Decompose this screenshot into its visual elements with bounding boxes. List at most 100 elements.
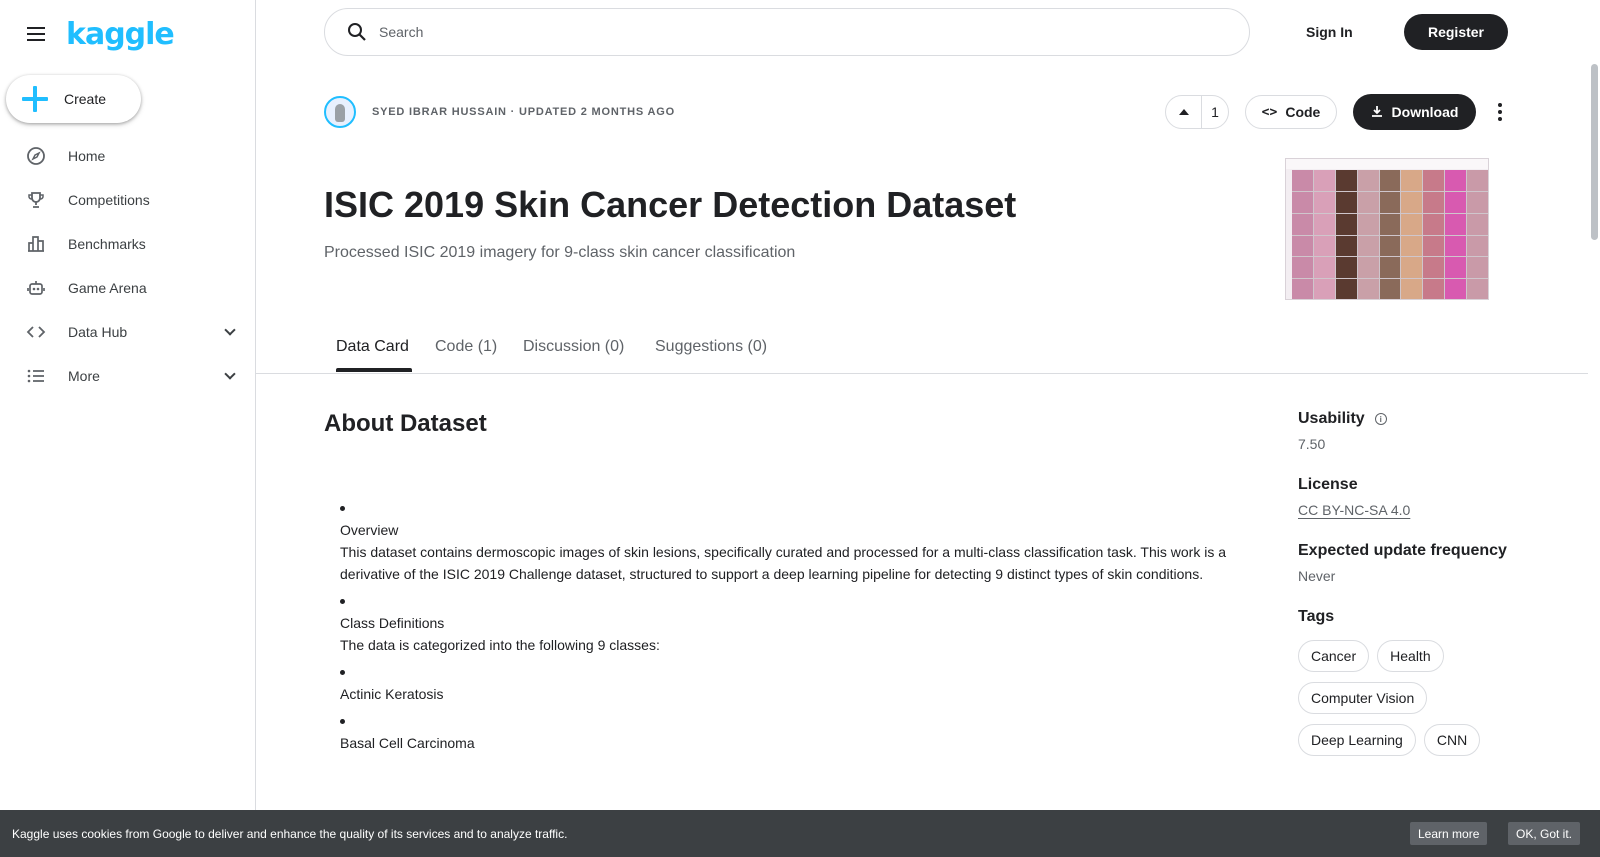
tag-chip[interactable]: Computer Vision xyxy=(1298,682,1428,714)
sidebar-item-game-arena[interactable]: Game Arena xyxy=(0,266,256,310)
sidebar-item-label: Game Arena xyxy=(68,280,147,296)
update-frequency-heading: Expected update frequency xyxy=(1298,542,1507,559)
cookie-text: Kaggle uses cookies from Google to deliv… xyxy=(12,826,568,841)
tab-suggestions[interactable]: Suggestions (0) xyxy=(655,338,767,356)
upvote-control: 1 xyxy=(1165,95,1229,129)
tab-code[interactable]: Code (1) xyxy=(435,338,497,356)
hamburger-menu-icon[interactable] xyxy=(24,22,48,46)
sidebar-item-benchmarks[interactable]: Benchmarks xyxy=(0,222,256,266)
list-icon xyxy=(26,366,46,386)
search-input[interactable]: Search xyxy=(324,8,1250,56)
chevron-down-icon[interactable] xyxy=(224,368,236,380)
cover-image-cell xyxy=(1379,235,1401,257)
bar-chart-icon xyxy=(26,234,46,254)
cover-image-grid xyxy=(1292,170,1488,299)
tags-heading: Tags xyxy=(1298,608,1335,625)
robot-icon xyxy=(26,278,46,298)
license-link[interactable]: CC BY-NC-SA 4.0 xyxy=(1298,502,1410,518)
cover-image-cell xyxy=(1401,213,1423,235)
tag-chip[interactable]: Deep Learning xyxy=(1298,724,1416,756)
dataset-cover-image xyxy=(1285,158,1489,300)
code-icon xyxy=(26,322,46,342)
logo-row: kaggle xyxy=(24,14,175,54)
bullet xyxy=(340,670,345,675)
scrollbar-thumb[interactable] xyxy=(1591,64,1598,240)
cover-image-cell xyxy=(1467,235,1488,257)
cookie-banner: Kaggle uses cookies from Google to deliv… xyxy=(0,810,1600,857)
cover-image-cell xyxy=(1401,191,1423,213)
cover-image-cell xyxy=(1335,191,1357,213)
avatar[interactable] xyxy=(324,96,356,128)
usability-heading: Usability i xyxy=(1298,410,1538,428)
cover-image-cell xyxy=(1423,279,1445,299)
cover-image-cell xyxy=(1335,235,1357,257)
bullet xyxy=(340,719,345,724)
create-button[interactable]: Create xyxy=(6,75,141,123)
author-line[interactable]: SYED IBRAR HUSSAIN · UPDATED 2 MONTHS AG… xyxy=(372,106,675,118)
tab-discussion[interactable]: Discussion (0) xyxy=(523,338,624,356)
cover-image-cell xyxy=(1335,279,1357,299)
code-button[interactable]: <> Code xyxy=(1245,95,1337,129)
dataset-subtitle: Processed ISIC 2019 imagery for 9-class … xyxy=(324,244,796,261)
cover-image-cell xyxy=(1292,213,1313,235)
upvote-button[interactable] xyxy=(1166,96,1202,128)
block-title: Actinic Keratosis xyxy=(340,686,444,702)
sidebar-nav: Home Competitions Benchmarks Game Arena … xyxy=(0,134,256,398)
cover-image-header xyxy=(1286,159,1488,169)
vote-count: 1 xyxy=(1211,104,1219,120)
cover-image-cell xyxy=(1423,191,1445,213)
cover-image-cell xyxy=(1313,257,1335,279)
active-tab-indicator xyxy=(336,368,412,372)
more-options-icon[interactable] xyxy=(1490,100,1510,124)
plus-icon xyxy=(22,86,48,112)
cookie-ok-button[interactable]: OK, Got it. xyxy=(1508,822,1581,845)
search-placeholder: Search xyxy=(379,24,424,40)
dataset-title: ISIC 2019 Skin Cancer Detection Dataset xyxy=(324,184,1017,225)
cover-image-cell xyxy=(1467,191,1488,213)
cover-image-cell xyxy=(1357,191,1379,213)
license-heading: License xyxy=(1298,476,1358,493)
cover-image-cell xyxy=(1335,257,1357,279)
download-button[interactable]: Download xyxy=(1353,94,1476,130)
cover-image-cell xyxy=(1379,257,1401,279)
cover-image-cell xyxy=(1335,213,1357,235)
cover-image-cell xyxy=(1292,191,1313,213)
tag-chip[interactable]: Health xyxy=(1377,640,1444,672)
sidebar-item-more[interactable]: More xyxy=(0,354,256,398)
cover-image-cell xyxy=(1467,213,1488,235)
sidebar-item-data-hub[interactable]: Data Hub xyxy=(0,310,256,354)
cover-image-cell xyxy=(1357,279,1379,299)
cover-image-cell xyxy=(1401,170,1423,191)
metadata-sidebar: Usability i 7.50 License CC BY-NC-SA 4.0… xyxy=(1298,410,1538,756)
about-content: Overview This dataset contains dermoscop… xyxy=(340,500,1270,754)
cover-image-cell xyxy=(1445,279,1467,299)
top-bar: Search Sign In Register xyxy=(256,0,1600,64)
cover-image-cell xyxy=(1313,191,1335,213)
register-button[interactable]: Register xyxy=(1404,14,1508,50)
kaggle-logo[interactable]: kaggle xyxy=(66,17,175,52)
usability-value: 7.50 xyxy=(1298,436,1326,452)
cover-image-cell xyxy=(1445,213,1467,235)
sign-in-button[interactable]: Sign In xyxy=(1294,14,1365,50)
cover-image-cell xyxy=(1313,279,1335,299)
compass-icon xyxy=(26,146,46,166)
cover-image-cell xyxy=(1292,279,1313,299)
create-label: Create xyxy=(64,91,107,107)
cover-image-cell xyxy=(1357,213,1379,235)
tab-data-card[interactable]: Data Card xyxy=(336,338,409,356)
caret-up-icon xyxy=(1178,109,1189,115)
info-icon[interactable]: i xyxy=(1374,413,1387,425)
scrollbar[interactable] xyxy=(1588,0,1600,857)
search-icon xyxy=(348,23,366,41)
tag-chip[interactable]: CNN xyxy=(1423,724,1481,756)
cover-image-cell xyxy=(1292,235,1313,257)
chevron-down-icon[interactable] xyxy=(224,324,236,336)
sidebar-item-home[interactable]: Home xyxy=(0,134,256,178)
cover-image-cell xyxy=(1423,170,1445,191)
sidebar-item-label: Competitions xyxy=(68,192,150,208)
learn-more-button[interactable]: Learn more xyxy=(1410,822,1488,845)
tag-chip[interactable]: Cancer xyxy=(1298,640,1370,672)
usability-label: Usability xyxy=(1298,410,1365,427)
sidebar-item-competitions[interactable]: Competitions xyxy=(0,178,256,222)
sidebar-item-label: Benchmarks xyxy=(68,236,146,252)
